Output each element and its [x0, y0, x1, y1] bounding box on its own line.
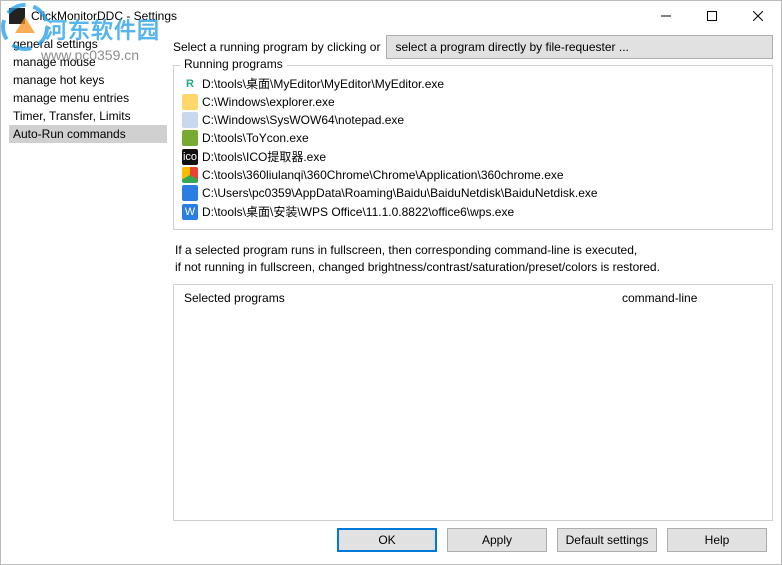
close-icon	[753, 11, 763, 21]
top-row: Select a running program by clicking or …	[173, 35, 773, 59]
program-path: D:\tools\ToYcon.exe	[202, 131, 309, 145]
program-path: C:\Windows\explorer.exe	[202, 95, 335, 109]
footer: OK Apply Default settings Help	[1, 521, 781, 559]
minimize-button[interactable]	[643, 1, 689, 31]
sidebar-item-autorun[interactable]: Auto-Run commands	[9, 125, 167, 143]
program-item[interactable]: D:\tools\ToYcon.exe	[182, 129, 764, 147]
program-item[interactable]: icoD:\tools\ICO提取器.exe	[182, 147, 764, 166]
program-item[interactable]: C:\Users\pc0359\AppData\Roaming\Baidu\Ba…	[182, 184, 764, 202]
sidebar-item-mouse[interactable]: manage mouse	[9, 53, 167, 71]
selected-col-programs: Selected programs	[184, 291, 622, 305]
selected-col-commandline: command-line	[622, 291, 762, 305]
program-item[interactable]: RD:\tools\桌面\MyEditor\MyEditor\MyEditor.…	[182, 74, 764, 93]
sidebar-item-general[interactable]: general settings	[9, 35, 167, 53]
program-file-icon	[182, 185, 198, 201]
titlebar: ClickMonitorDDC - Settings	[1, 1, 781, 31]
program-file-icon	[182, 130, 198, 146]
running-programs-list[interactable]: RD:\tools\桌面\MyEditor\MyEditor\MyEditor.…	[174, 74, 772, 229]
sidebar: general settings manage mouse manage hot…	[9, 35, 173, 521]
program-item[interactable]: WD:\tools\桌面\安装\WPS Office\11.1.0.8822\o…	[182, 202, 764, 221]
maximize-icon	[707, 11, 717, 21]
selected-header: Selected programs command-line	[174, 285, 772, 311]
info-line2: if not running in fullscreen, changed br…	[175, 259, 771, 276]
running-programs-title: Running programs	[180, 57, 287, 71]
info-line1: If a selected program runs in fullscreen…	[175, 242, 771, 259]
settings-window: ClickMonitorDDC - Settings general setti…	[0, 0, 782, 565]
body: general settings manage mouse manage hot…	[1, 31, 781, 521]
program-file-icon: W	[182, 204, 198, 220]
program-item[interactable]: C:\tools\360liulanqi\360Chrome\Chrome\Ap…	[182, 166, 764, 184]
sidebar-item-hotkeys[interactable]: manage hot keys	[9, 71, 167, 89]
maximize-button[interactable]	[689, 1, 735, 31]
help-button[interactable]: Help	[667, 528, 767, 552]
ok-button[interactable]: OK	[337, 528, 437, 552]
program-file-icon: ico	[182, 149, 198, 165]
main-panel: Select a running program by clicking or …	[173, 35, 773, 521]
program-path: C:\tools\360liulanqi\360Chrome\Chrome\Ap…	[202, 168, 564, 182]
program-item[interactable]: C:\Windows\SysWOW64\notepad.exe	[182, 111, 764, 129]
program-path: C:\Users\pc0359\AppData\Roaming\Baidu\Ba…	[202, 186, 598, 200]
apply-button[interactable]: Apply	[447, 528, 547, 552]
minimize-icon	[661, 11, 671, 21]
program-file-icon	[182, 112, 198, 128]
program-path: D:\tools\ICO提取器.exe	[202, 148, 326, 165]
selected-programs-list[interactable]	[174, 311, 772, 520]
info-text: If a selected program runs in fullscreen…	[175, 242, 771, 276]
running-programs-group: Running programs RD:\tools\桌面\MyEditor\M…	[173, 65, 773, 230]
file-requester-button[interactable]: select a program directly by file-reques…	[386, 35, 773, 59]
program-file-icon	[182, 94, 198, 110]
program-path: C:\Windows\SysWOW64\notepad.exe	[202, 113, 404, 127]
program-file-icon	[182, 167, 198, 183]
program-path: D:\tools\桌面\MyEditor\MyEditor\MyEditor.e…	[202, 75, 444, 92]
app-icon	[9, 8, 25, 24]
sidebar-item-timer[interactable]: Timer, Transfer, Limits	[9, 107, 167, 125]
select-running-label: Select a running program by clicking or	[173, 40, 380, 54]
sidebar-item-menu[interactable]: manage menu entries	[9, 89, 167, 107]
window-title: ClickMonitorDDC - Settings	[31, 9, 643, 23]
selected-programs-group: Selected programs command-line	[173, 284, 773, 521]
close-button[interactable]	[735, 1, 781, 31]
program-item[interactable]: C:\Windows\explorer.exe	[182, 93, 764, 111]
program-path: D:\tools\桌面\安装\WPS Office\11.1.0.8822\of…	[202, 203, 514, 220]
program-file-icon: R	[182, 76, 198, 92]
default-settings-button[interactable]: Default settings	[557, 528, 657, 552]
